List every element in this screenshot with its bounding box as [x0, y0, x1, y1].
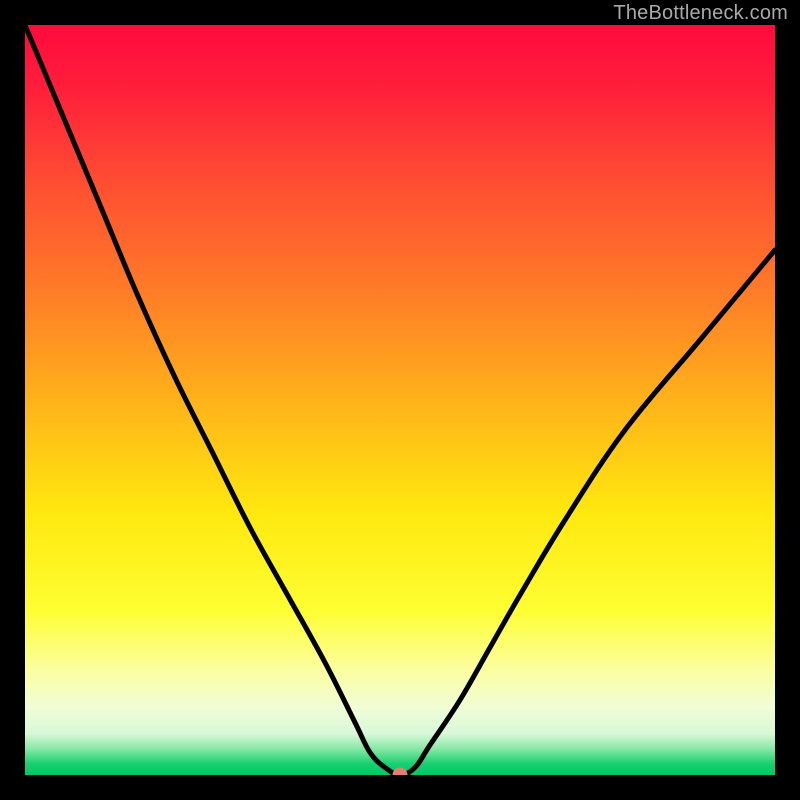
plot-area	[25, 25, 775, 775]
gradient-background	[25, 25, 775, 775]
bottleneck-chart	[25, 25, 775, 775]
attribution-label: TheBottleneck.com	[613, 2, 788, 25]
chart-frame: TheBottleneck.com	[0, 0, 800, 800]
